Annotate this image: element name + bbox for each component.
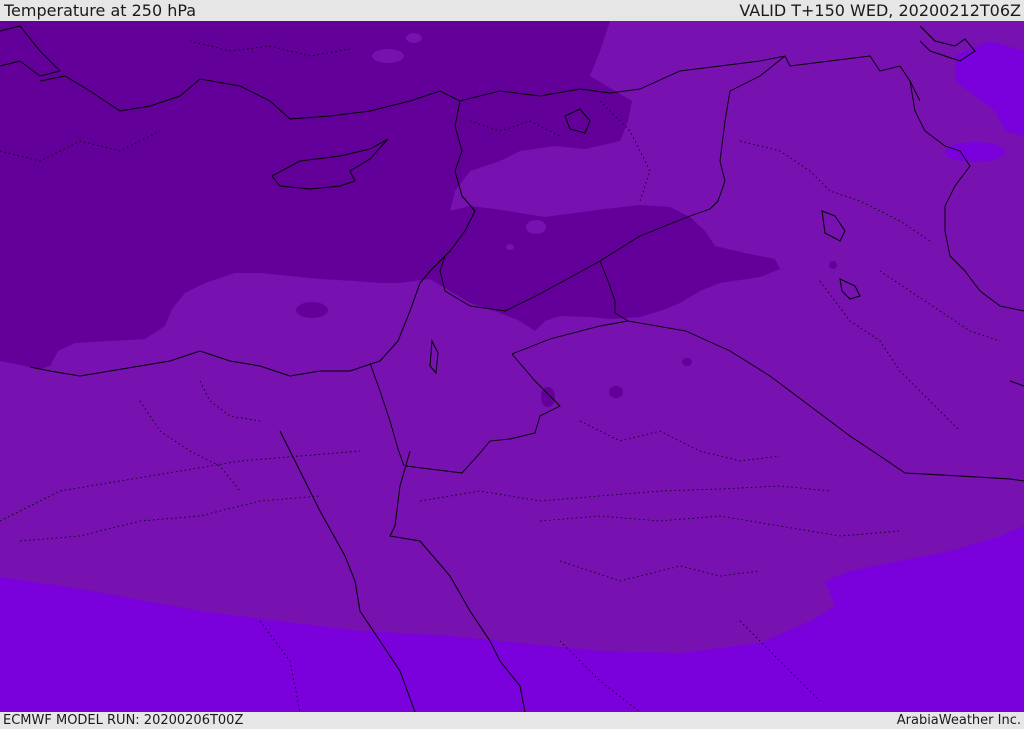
credit-label: ArabiaWeather Inc. [896, 713, 1021, 728]
temperature-patch [372, 49, 404, 63]
map-title: Temperature at 250 hPa [4, 1, 197, 20]
temperature-patch [526, 220, 546, 234]
temperature-patch [609, 386, 623, 398]
temperature-patch [406, 33, 422, 43]
temperature-patch [682, 358, 692, 366]
map-canvas [0, 21, 1024, 712]
temperature-patch [506, 244, 514, 250]
temperature-patch-mild [945, 142, 1005, 162]
temperature-patch [296, 302, 328, 318]
temperature-patch [541, 387, 555, 407]
header-bar: Temperature at 250 hPa VALID T+150 WED, … [0, 0, 1024, 21]
footer-bar: ECMWF MODEL RUN: 20200206T00Z ArabiaWeat… [0, 712, 1024, 729]
weather-map[interactable] [0, 21, 1024, 712]
model-run: ECMWF MODEL RUN: 20200206T00Z [3, 713, 244, 728]
valid-time: VALID T+150 WED, 20200212T06Z [739, 1, 1021, 20]
temperature-patch [829, 261, 837, 269]
